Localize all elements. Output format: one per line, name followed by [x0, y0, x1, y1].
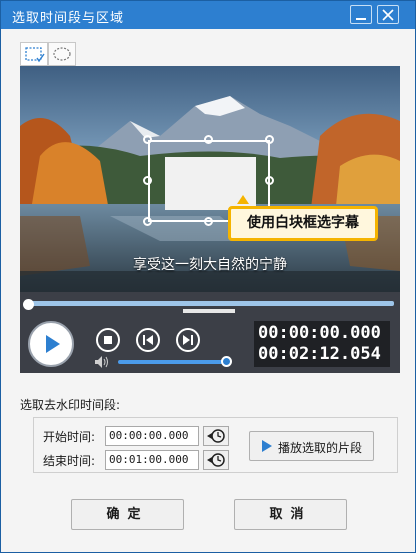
rectangle-select-icon	[25, 47, 45, 63]
minimize-button[interactable]	[350, 5, 372, 24]
window-title: 选取时间段与区域	[12, 11, 125, 26]
close-icon	[382, 9, 394, 21]
volume-thumb[interactable]	[221, 356, 232, 367]
volume-slider[interactable]	[118, 360, 228, 364]
end-time-input[interactable]: 00:01:00.000	[105, 450, 199, 470]
resize-handle-top-right[interactable]	[265, 135, 274, 144]
ellipse-select-tab[interactable]	[48, 42, 76, 66]
set-start-time-button[interactable]	[203, 426, 229, 446]
play-segment-button[interactable]: 播放选取的片段	[249, 431, 374, 461]
current-time: 00:00:00.000	[258, 323, 381, 343]
video-preview[interactable]: 使用白块框选字幕 享受这一刻大自然的宁静	[20, 66, 400, 292]
stop-button[interactable]	[96, 328, 120, 352]
total-time: 00:02:12.054	[258, 344, 381, 364]
play-button[interactable]	[28, 321, 74, 367]
play-segment-label: 播放选取的片段	[278, 441, 363, 455]
hint-tooltip: 使用白块框选字幕	[228, 206, 378, 241]
resize-handle-left[interactable]	[143, 176, 152, 185]
next-frame-button[interactable]	[176, 328, 200, 352]
clock-reset-icon	[207, 453, 225, 467]
volume-icon[interactable]	[94, 355, 110, 369]
start-time-label: 开始时间:	[43, 430, 96, 444]
resize-handle-top-left[interactable]	[143, 135, 152, 144]
player-controls: 00:00:00.000 00:02:12.054	[20, 313, 400, 373]
range-section-label: 选取去水印时间段:	[20, 398, 121, 412]
close-button[interactable]	[377, 5, 399, 24]
play-icon	[262, 440, 272, 452]
seek-thumb[interactable]	[23, 299, 34, 310]
step-back-icon	[143, 335, 153, 345]
resize-handle-top[interactable]	[204, 135, 213, 144]
video-subtitle: 享受这一刻大自然的宁静	[133, 257, 287, 273]
time-range-panel: 开始时间: 00:00:00.000 结束时间: 00:01:00.000 播放…	[33, 417, 398, 473]
title-bar: 选取时间段与区域	[1, 1, 415, 29]
resize-handle-bottom-left[interactable]	[143, 217, 152, 226]
cancel-button[interactable]: 取消	[234, 499, 347, 530]
ellipse-select-icon	[53, 47, 71, 61]
clock-reset-icon	[207, 429, 225, 443]
seek-track[interactable]	[26, 301, 394, 306]
start-time-input[interactable]: 00:00:00.000	[105, 426, 199, 446]
dialog-window: 选取时间段与区域 使用白块框选字幕 享受这一刻大自然的宁静 00:00:00.0…	[0, 0, 416, 553]
tooltip-arrow	[237, 195, 249, 204]
ok-button[interactable]: 确定	[71, 499, 184, 530]
resize-handle-bottom[interactable]	[204, 217, 213, 226]
resize-handle-right[interactable]	[265, 176, 274, 185]
step-forward-icon	[183, 335, 193, 345]
selection-mode-tabs	[20, 42, 78, 66]
set-end-time-button[interactable]	[203, 450, 229, 470]
end-time-label: 结束时间:	[43, 454, 96, 468]
play-icon	[46, 335, 60, 353]
stop-icon	[104, 336, 112, 344]
time-display: 00:00:00.000 00:02:12.054	[254, 321, 390, 367]
minimize-icon	[356, 18, 366, 20]
previous-frame-button[interactable]	[136, 328, 160, 352]
rectangle-select-tab[interactable]	[20, 42, 48, 66]
